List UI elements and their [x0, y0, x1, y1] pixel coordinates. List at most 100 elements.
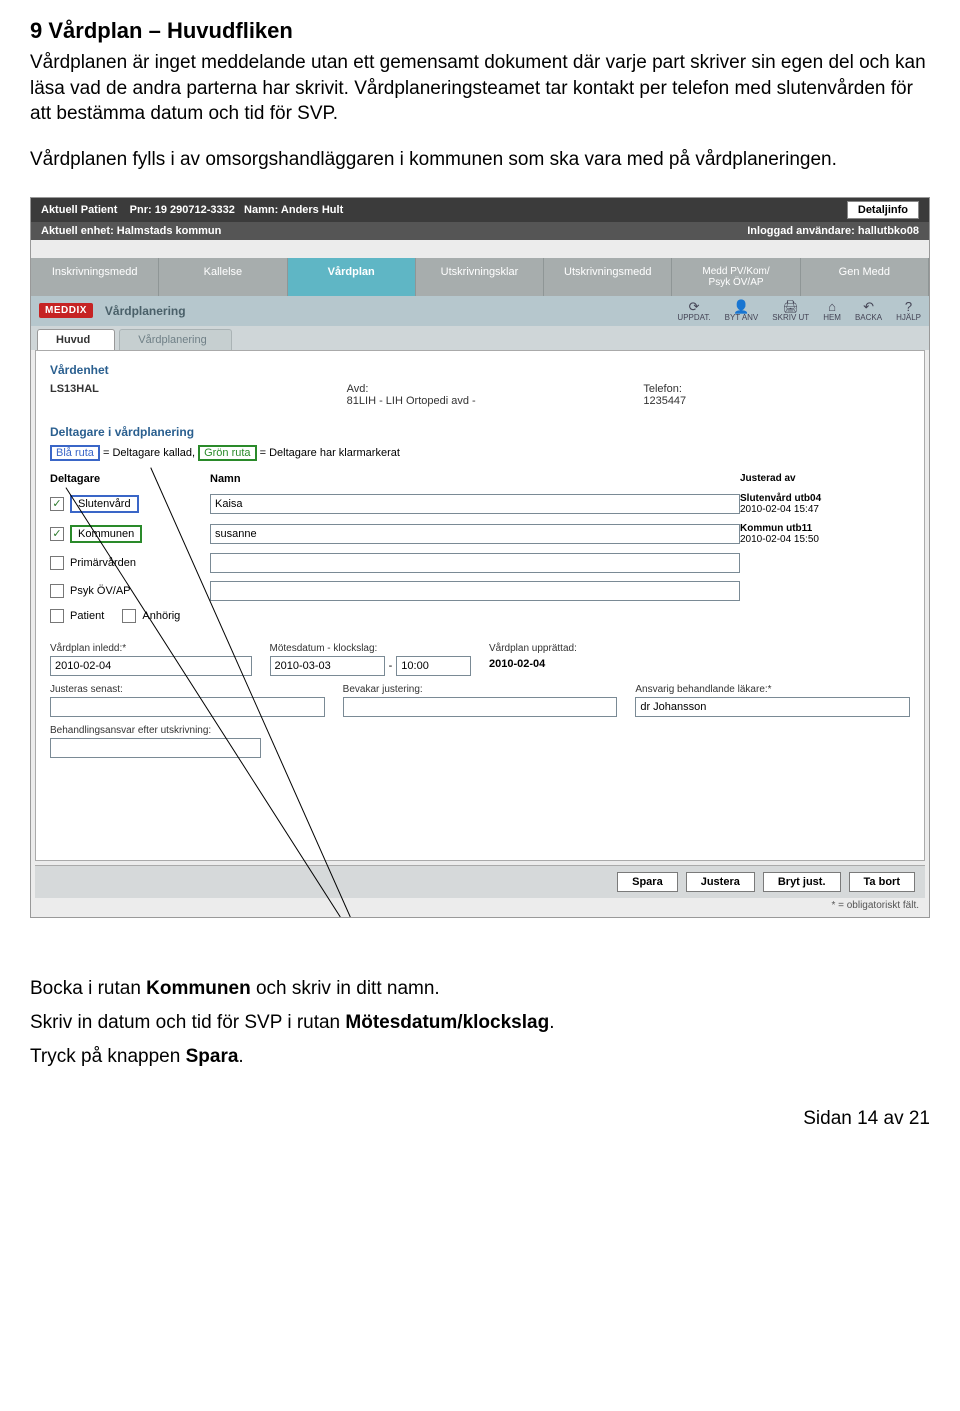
checkbox-kommunen[interactable]: ✓ — [50, 527, 64, 541]
meddix-title: Vårdplanering — [105, 304, 186, 318]
tab-genmedd[interactable]: Gen Medd — [801, 258, 929, 296]
label-psyk: Psyk ÖV/AP — [70, 585, 131, 597]
hdr-namn: Namn — [210, 473, 740, 485]
bevakar-input[interactable] — [343, 697, 618, 717]
backa-button[interactable]: ↶BACKA — [855, 300, 882, 322]
tab-vardplan[interactable]: Vårdplan — [288, 258, 416, 296]
tabort-button[interactable]: Ta bort — [849, 872, 915, 892]
label-slutenvard: Slutenvård — [70, 495, 139, 513]
row-slutenvard: ✓ Slutenvård Slutenvård utb04 2010-02-04… — [50, 489, 910, 519]
spara-button[interactable]: Spara — [617, 872, 678, 892]
inner-tab-huvud[interactable]: Huvud — [37, 329, 115, 350]
legend-green-box: Grön ruta — [198, 445, 256, 461]
enhet-label: Aktuell enhet: — [41, 225, 114, 237]
checkbox-slutenvard[interactable]: ✓ — [50, 497, 64, 511]
hdr-deltagare: Deltagare — [50, 473, 210, 485]
behandlingsansvar-input[interactable] — [50, 738, 261, 758]
main-panel: Vårdenhet LS13HAL Avd: 81LIH - LIH Ortop… — [35, 350, 925, 861]
inloggad-value: hallutbko08 — [858, 225, 919, 237]
instructions-below: Bocka i rutan Kommunen och skriv in ditt… — [30, 978, 930, 1068]
tab-utskrivningsklar[interactable]: Utskrivningsklar — [416, 258, 544, 296]
meddix-logo: MEDDIX — [39, 303, 93, 318]
hjalp-button[interactable]: ?HJÄLP — [896, 300, 921, 322]
patient-label: Aktuell Patient — [41, 204, 117, 216]
upprattad-value: 2010-02-04 — [489, 656, 691, 670]
bryt-just-button[interactable]: Bryt just. — [763, 872, 841, 892]
avd-label: Avd: — [347, 383, 614, 395]
motesdatum-label: Mötesdatum - klockslag: — [270, 643, 472, 654]
tab-kallelse[interactable]: Kallelse — [159, 258, 287, 296]
avd-value: 81LIH - LIH Ortopedi avd - — [347, 395, 614, 407]
legend-blue-box: Blå ruta — [50, 445, 100, 461]
user-icon: 👤 — [733, 300, 749, 313]
tab-inskrivningsmedd[interactable]: Inskrivningsmedd — [31, 258, 159, 296]
row-psyk: Psyk ÖV/AP — [50, 577, 910, 605]
legend-green-text: = Deltagare har klarmarkerat — [260, 447, 400, 459]
inledd-label: Vårdplan inledd:* — [50, 643, 252, 654]
pnr-label: Pnr: — [130, 204, 152, 216]
page-heading: 9 Vårdplan – Huvudfliken — [30, 18, 930, 44]
namn-label: Namn: — [244, 204, 278, 216]
instr-1: Bocka i rutan Kommunen och skriv in ditt… — [30, 978, 930, 1000]
tab-medd-pvkom[interactable]: Medd PV/Kom/ Psyk ÖV/AP — [672, 258, 800, 296]
justera-button[interactable]: Justera — [686, 872, 755, 892]
label-anhorig: Anhörig — [142, 610, 180, 622]
just-kommunen-time: 2010-02-04 15:50 — [740, 534, 819, 545]
page-footer: Sidan 14 av 21 — [30, 1108, 930, 1130]
inner-tab-vardplanering[interactable]: Vårdplanering — [119, 329, 232, 350]
upprattad-label: Vårdplan upprättad: — [489, 643, 691, 654]
row-kommunen: ✓ Kommunen Kommun utb11 2010-02-04 15:50 — [50, 519, 910, 549]
inledd-input[interactable] — [50, 656, 252, 676]
ansvarig-label: Ansvarig behandlande läkare:* — [635, 684, 910, 695]
motesdatum-sep: - — [389, 660, 393, 672]
motesdatum-date-input[interactable] — [270, 656, 385, 676]
motesdatum-time-input[interactable] — [396, 656, 471, 676]
intro-paragraph-1: Vårdplanen är inget meddelande utan ett … — [30, 50, 930, 127]
deltagare-title: Deltagare i vårdplanering — [50, 425, 910, 439]
back-icon: ↶ — [863, 300, 874, 313]
main-tabs: Inskrivningsmedd Kallelse Vårdplan Utskr… — [31, 258, 929, 296]
detaljinfo-button[interactable]: Detaljinfo — [847, 201, 919, 219]
skriv-ut-button[interactable]: 🖨SKRIV UT — [772, 300, 809, 322]
input-primarvarden-namn[interactable] — [210, 553, 740, 573]
obligatory-note: * = obligatoriskt fält. — [31, 898, 929, 917]
toolbar-icons: ⟳UPPDAT. 👤BYT ANV 🖨SKRIV UT ⌂HEM ↶BACKA … — [677, 300, 921, 322]
hem-button[interactable]: ⌂HEM — [823, 300, 841, 322]
uppdat-button[interactable]: ⟳UPPDAT. — [677, 300, 710, 322]
input-slutenvard-namn[interactable] — [210, 494, 740, 514]
enhet-value: Halmstads kommun — [117, 225, 222, 237]
ansvarig-input[interactable] — [635, 697, 910, 717]
checkbox-anhorig[interactable] — [122, 609, 136, 623]
participants-table: Deltagare Namn Justerad av ✓ Slutenvård … — [50, 469, 910, 627]
checkbox-patient[interactable] — [50, 609, 64, 623]
pnr-value: 19 290712-3332 — [155, 204, 235, 216]
instr-2: Skriv in datum och tid för SVP i rutan M… — [30, 1012, 930, 1034]
just-kommunen-by: Kommun utb11 — [740, 523, 812, 534]
home-icon: ⌂ — [828, 300, 836, 313]
help-icon: ? — [905, 300, 912, 313]
label-patient: Patient — [70, 610, 104, 622]
inner-tabs: Huvud Vårdplanering — [31, 326, 929, 350]
bevakar-label: Bevakar justering: — [343, 684, 618, 695]
telefon-value: 1235447 — [643, 395, 910, 407]
justeras-input[interactable] — [50, 697, 325, 717]
tab-utskrivningsmedd[interactable]: Utskrivningsmedd — [544, 258, 672, 296]
hdr-justerad: Justerad av — [740, 473, 910, 485]
row-primarvarden: Primärvården — [50, 549, 910, 577]
tab-medd-line1: Medd PV/Kom/ — [702, 266, 769, 277]
namn-value: Anders Hult — [281, 204, 343, 216]
byt-anv-button[interactable]: 👤BYT ANV — [725, 300, 759, 322]
just-slutenvard-time: 2010-02-04 15:47 — [740, 504, 819, 515]
footer-buttons: Spara Justera Bryt just. Ta bort — [35, 865, 925, 898]
checkbox-primarvarden[interactable] — [50, 556, 64, 570]
input-kommunen-namn[interactable] — [210, 524, 740, 544]
input-psyk-namn[interactable] — [210, 581, 740, 601]
instr-3: Tryck på knappen Spara. — [30, 1046, 930, 1068]
telefon-label: Telefon: — [643, 383, 910, 395]
checkbox-psyk[interactable] — [50, 584, 64, 598]
unit-bar: Aktuell enhet: Halmstads kommun Inloggad… — [31, 222, 929, 240]
tab-medd-line2: Psyk ÖV/AP — [709, 277, 764, 288]
row-patient-anhorig: Patient Anhörig — [50, 605, 910, 627]
label-primarvarden: Primärvården — [70, 557, 136, 569]
behandlingsansvar-label: Behandlingsansvar efter utskrivning: — [50, 725, 261, 736]
